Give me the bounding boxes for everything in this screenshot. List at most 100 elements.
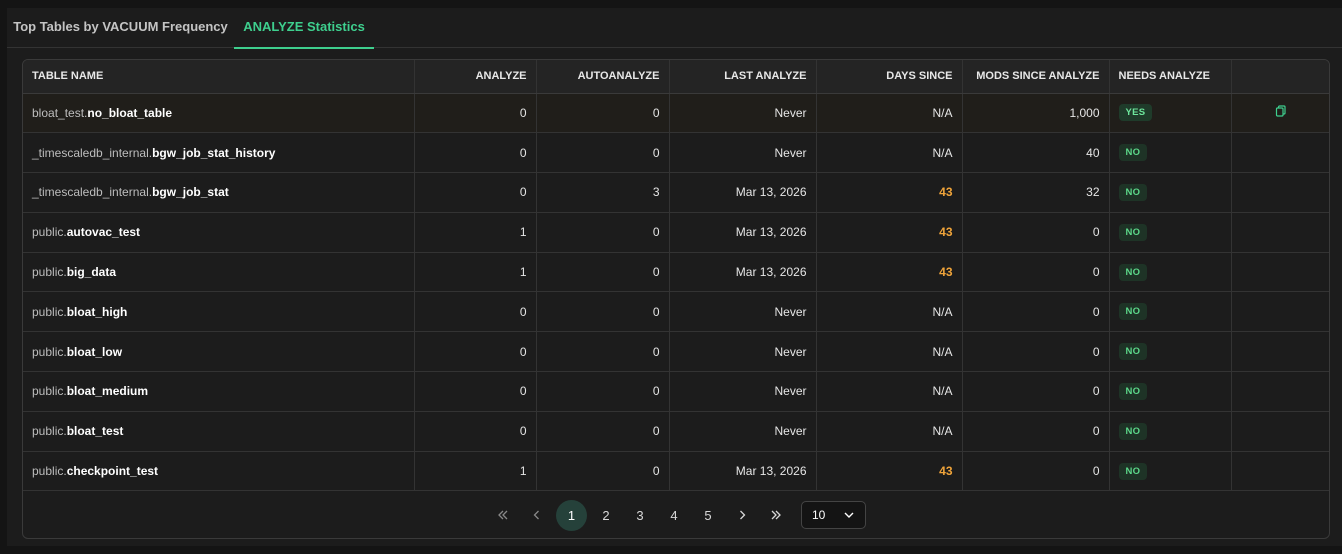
table-name: bloat_high (66, 304, 128, 319)
page-button-5[interactable]: 5 (691, 500, 725, 530)
cell-actions (1231, 93, 1329, 134)
cell-last-analyze: Never (669, 411, 817, 452)
cell-analyze: 0 (414, 371, 537, 412)
col-header-days-since[interactable]: DAYS SINCE (816, 60, 963, 94)
cell-autoanalyze: 0 (536, 132, 670, 174)
table-name: autovac_test (66, 225, 141, 240)
cell-table-name: public.checkpoint_test (23, 451, 415, 492)
table-row[interactable]: _timescaledb_internal.bgw_job_stat_histo… (23, 132, 1329, 174)
analyze-table-container: TABLE NAME ANALYZE AUTOANALYZE LAST ANAL… (22, 59, 1330, 539)
table-row[interactable]: public.big_data 1 0 Mar 13, 2026 43 0 NO (23, 252, 1329, 293)
cell-actions (1231, 371, 1329, 412)
cell-actions (1231, 172, 1329, 213)
analyze-panel: Top Tables by VACUUM Frequency ANALYZE S… (7, 8, 1342, 546)
cell-needs-analyze: NO (1109, 291, 1232, 333)
needs-analyze-badge: NO (1118, 303, 1148, 321)
table-row[interactable]: public.bloat_test 0 0 Never N/A 0 NO (23, 411, 1329, 452)
cell-mods-since-analyze: 40 (962, 132, 1110, 174)
last-page-button[interactable] (759, 500, 793, 530)
cell-mods-since-analyze: 0 (962, 371, 1110, 412)
cell-actions (1231, 132, 1329, 174)
page-button-4[interactable]: 4 (657, 500, 691, 530)
col-header-autoanalyze[interactable]: AUTOANALYZE (536, 60, 670, 94)
cell-table-name: public.bloat_high (23, 291, 415, 333)
cell-autoanalyze: 0 (536, 451, 670, 492)
table-row[interactable]: bloat_test.no_bloat_table 0 0 Never N/A 1,000… (23, 93, 1329, 134)
cell-analyze: 0 (414, 411, 537, 452)
cell-actions (1231, 451, 1329, 492)
tab-vacuum-frequency[interactable]: Top Tables by VACUUM Frequency (7, 8, 234, 48)
needs-analyze-badge: NO (1118, 462, 1148, 480)
schema-name: public. (32, 344, 67, 359)
cell-mods-since-analyze: 32 (962, 172, 1110, 213)
cell-last-analyze: Mar 13, 2026 (669, 252, 817, 293)
cell-mods-since-analyze: 0 (962, 331, 1110, 373)
col-header-analyze[interactable]: ANALYZE (414, 60, 537, 94)
schema-name: bloat_test. (32, 105, 88, 120)
prev-page-button[interactable] (520, 500, 554, 530)
cell-last-analyze: Never (669, 331, 817, 373)
cell-autoanalyze: 0 (536, 212, 670, 253)
cell-needs-analyze: NO (1109, 212, 1232, 253)
cell-last-analyze: Never (669, 371, 817, 412)
col-header-mods-since-analyze[interactable]: MODS SINCE ANALYZE (962, 60, 1110, 94)
col-header-table-name[interactable]: TABLE NAME (23, 60, 415, 94)
col-header-needs-analyze[interactable]: NEEDS ANALYZE (1109, 60, 1232, 94)
page-button-3[interactable]: 3 (623, 500, 657, 530)
cell-mods-since-analyze: 0 (962, 411, 1110, 452)
page-button-2[interactable]: 2 (589, 500, 623, 530)
next-page-button[interactable] (725, 500, 759, 530)
page-button-1[interactable]: 1 (556, 499, 587, 531)
cell-days-since: N/A (816, 331, 963, 373)
cell-actions (1231, 291, 1329, 333)
cell-needs-analyze: NO (1109, 331, 1232, 373)
pagination: 1 2 3 4 5 10 (23, 492, 1329, 538)
cell-autoanalyze: 0 (536, 93, 670, 134)
cell-mods-since-analyze: 0 (962, 252, 1110, 293)
needs-analyze-badge: NO (1118, 144, 1148, 162)
cell-needs-analyze: NO (1109, 371, 1232, 412)
double-chevron-right-icon (771, 510, 781, 520)
needs-analyze-badge: NO (1118, 223, 1148, 241)
table-body: bloat_test.no_bloat_table 0 0 Never N/A 1,000… (23, 93, 1329, 492)
cell-table-name: public.bloat_test (23, 411, 415, 452)
table-name: bgw_job_stat (152, 185, 229, 200)
cell-analyze: 0 (414, 132, 537, 174)
copy-icon[interactable] (1275, 105, 1287, 117)
table-name: bgw_job_stat_history (152, 145, 276, 160)
cell-needs-analyze: NO (1109, 172, 1232, 213)
cell-autoanalyze: 3 (536, 172, 670, 213)
page-size-select[interactable]: 10 (801, 501, 866, 529)
cell-last-analyze: Never (669, 291, 817, 333)
cell-needs-analyze: NO (1109, 132, 1232, 174)
double-chevron-left-icon (498, 510, 508, 520)
cell-days-since: N/A (816, 132, 963, 174)
cell-days-since: 43 (816, 252, 963, 293)
col-header-last-analyze[interactable]: LAST ANALYZE (669, 60, 817, 94)
schema-name: public. (32, 265, 67, 280)
table-name: bloat_low (66, 344, 123, 359)
cell-days-since: N/A (816, 371, 963, 412)
tab-analyze-statistics[interactable]: ANALYZE Statistics (234, 8, 374, 49)
table-row[interactable]: public.autovac_test 1 0 Mar 13, 2026 43 0 NO (23, 212, 1329, 253)
cell-actions (1231, 411, 1329, 452)
cell-actions (1231, 252, 1329, 293)
schema-name: public. (32, 304, 67, 319)
schema-name: public. (32, 464, 67, 479)
cell-analyze: 0 (414, 331, 537, 373)
col-header-actions (1231, 60, 1329, 94)
table-row[interactable]: public.bloat_high 0 0 Never N/A 0 NO (23, 291, 1329, 333)
cell-autoanalyze: 0 (536, 371, 670, 412)
needs-analyze-badge: NO (1118, 382, 1148, 400)
table-row[interactable]: public.bloat_medium 0 0 Never N/A 0 NO (23, 371, 1329, 412)
first-page-button[interactable] (486, 500, 520, 530)
cell-table-name: public.bloat_medium (23, 371, 415, 412)
cell-mods-since-analyze: 0 (962, 212, 1110, 253)
page-size-value: 10 (812, 508, 826, 522)
cell-needs-analyze: NO (1109, 411, 1232, 452)
table-row[interactable]: public.checkpoint_test 1 0 Mar 13, 2026 43 0 N… (23, 451, 1329, 492)
cell-last-analyze: Mar 13, 2026 (669, 451, 817, 492)
table-row[interactable]: public.bloat_low 0 0 Never N/A 0 NO (23, 331, 1329, 373)
table-row[interactable]: _timescaledb_internal.bgw_job_stat 0 3 Mar … (23, 172, 1329, 213)
cell-analyze: 1 (414, 252, 537, 293)
